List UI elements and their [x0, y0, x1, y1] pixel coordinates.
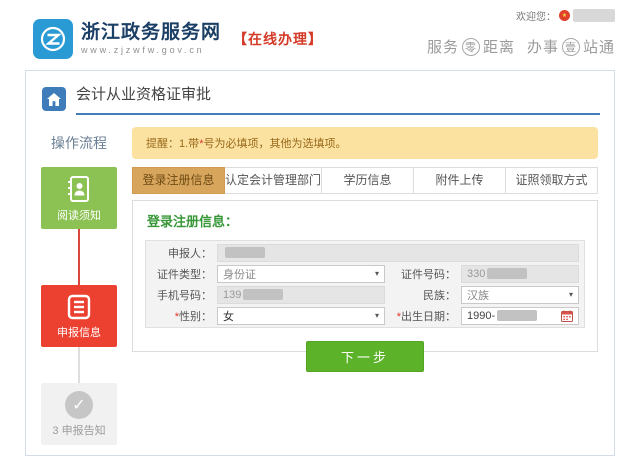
- chevron-down-icon: ▾: [374, 310, 379, 320]
- flow-steps: 阅读须知 申报信息 ✓ 3 申报告知: [26, 167, 132, 445]
- online-mode-label: 【在线办理】: [233, 31, 324, 47]
- welcome-bar: 欢迎您： ★: [516, 8, 615, 23]
- applicant-label: 申报人：: [168, 247, 212, 260]
- step-label: 阅读须知: [57, 209, 101, 222]
- page-title-bar: 会计从业资格证审批: [26, 71, 614, 115]
- step-declare-info: 申报信息: [41, 285, 117, 347]
- chevron-down-icon: ▾: [374, 268, 379, 278]
- birth-date-field[interactable]: 1990-: [461, 306, 579, 325]
- site-header: 浙江政务服务网 www.zjzwfw.gov.cn 【在线办理】 欢迎您： ★ …: [0, 0, 640, 70]
- emblem-icon: ★: [559, 10, 570, 21]
- phone-redacted: [243, 289, 284, 300]
- form-table: 申报人： 证件类型： 身份证 ▾ 证件号码： 330 手机号码： 139 民族：…: [145, 240, 585, 328]
- step-connector: [78, 229, 80, 285]
- site-url: www.zjzwfw.gov.cn: [81, 45, 205, 55]
- tab-education-info[interactable]: 学历信息: [322, 167, 415, 194]
- phone-label: 手机号码：: [157, 289, 212, 302]
- form-tabs: 登录注册信息 认定会计管理部门 学历信息 附件上传 证照领取方式: [132, 167, 599, 194]
- next-step-button[interactable]: 下一步: [305, 341, 424, 372]
- login-register-form: 登录注册信息： 申报人： 证件类型： 身份证 ▾ 证件号码： 330 手机号码：…: [132, 200, 598, 372]
- chevron-down-icon: ▾: [568, 289, 573, 299]
- tab-accounting-dept[interactable]: 认定会计管理部门: [225, 167, 323, 194]
- id-number-label: 证件号码：: [401, 268, 456, 281]
- flow-title: 操作流程: [51, 135, 107, 151]
- document-icon: [67, 294, 91, 319]
- calendar-icon[interactable]: [561, 310, 573, 322]
- site-slogan: 服务 零 距离 办事 壹 站通: [426, 37, 615, 56]
- step-label: 3 申报告知: [52, 424, 106, 437]
- gender-label: *性别：: [174, 310, 212, 323]
- tab-attachment-upload[interactable]: 附件上传: [414, 167, 507, 194]
- step-label: 申报信息: [57, 326, 101, 339]
- ethnicity-select[interactable]: 汉族 ▾: [461, 285, 579, 304]
- book-person-icon: [68, 175, 89, 202]
- tab-login-register-info[interactable]: 登录注册信息: [132, 167, 225, 194]
- welcome-label: 欢迎您：: [516, 12, 556, 23]
- site-name: 浙江政务服务网: [81, 22, 222, 43]
- id-number-field: 330: [461, 264, 579, 283]
- gender-select[interactable]: 女 ▾: [217, 306, 385, 325]
- page-title: 会计从业资格证审批: [76, 83, 600, 115]
- birth-date-redacted: [497, 310, 538, 321]
- step-declare-notify: ✓ 3 申报告知: [41, 383, 117, 445]
- ethnicity-label: 民族：: [423, 289, 456, 302]
- id-type-label: 证件类型：: [157, 268, 212, 281]
- applicant-redacted: [225, 247, 265, 258]
- username-redacted[interactable]: [573, 9, 615, 22]
- home-icon: [42, 87, 66, 111]
- applicant-field: [217, 243, 579, 262]
- slogan-circle-zero: 零: [461, 37, 480, 56]
- site-logo-icon: [33, 19, 73, 59]
- phone-field: 139: [217, 285, 385, 304]
- tab-certificate-pickup[interactable]: 证照领取方式: [506, 167, 599, 194]
- form-section-title: 登录注册信息：: [147, 214, 239, 229]
- reminder-notice: 提醒：1.带*号为必填项，其他为选填项。: [132, 127, 598, 159]
- slogan-circle-one: 壹: [561, 37, 580, 56]
- id-type-select[interactable]: 身份证 ▾: [217, 264, 385, 283]
- main-panel: 会计从业资格证审批 操作流程 提醒：1.带*号为必填项，其他为选填项。 阅读须知: [25, 70, 615, 456]
- id-number-redacted: [487, 268, 528, 279]
- birth-date-label: *出生日期：: [396, 310, 456, 323]
- step-connector: [78, 347, 80, 383]
- check-icon: ✓: [65, 390, 93, 419]
- step-read-notice: 阅读须知: [41, 167, 117, 229]
